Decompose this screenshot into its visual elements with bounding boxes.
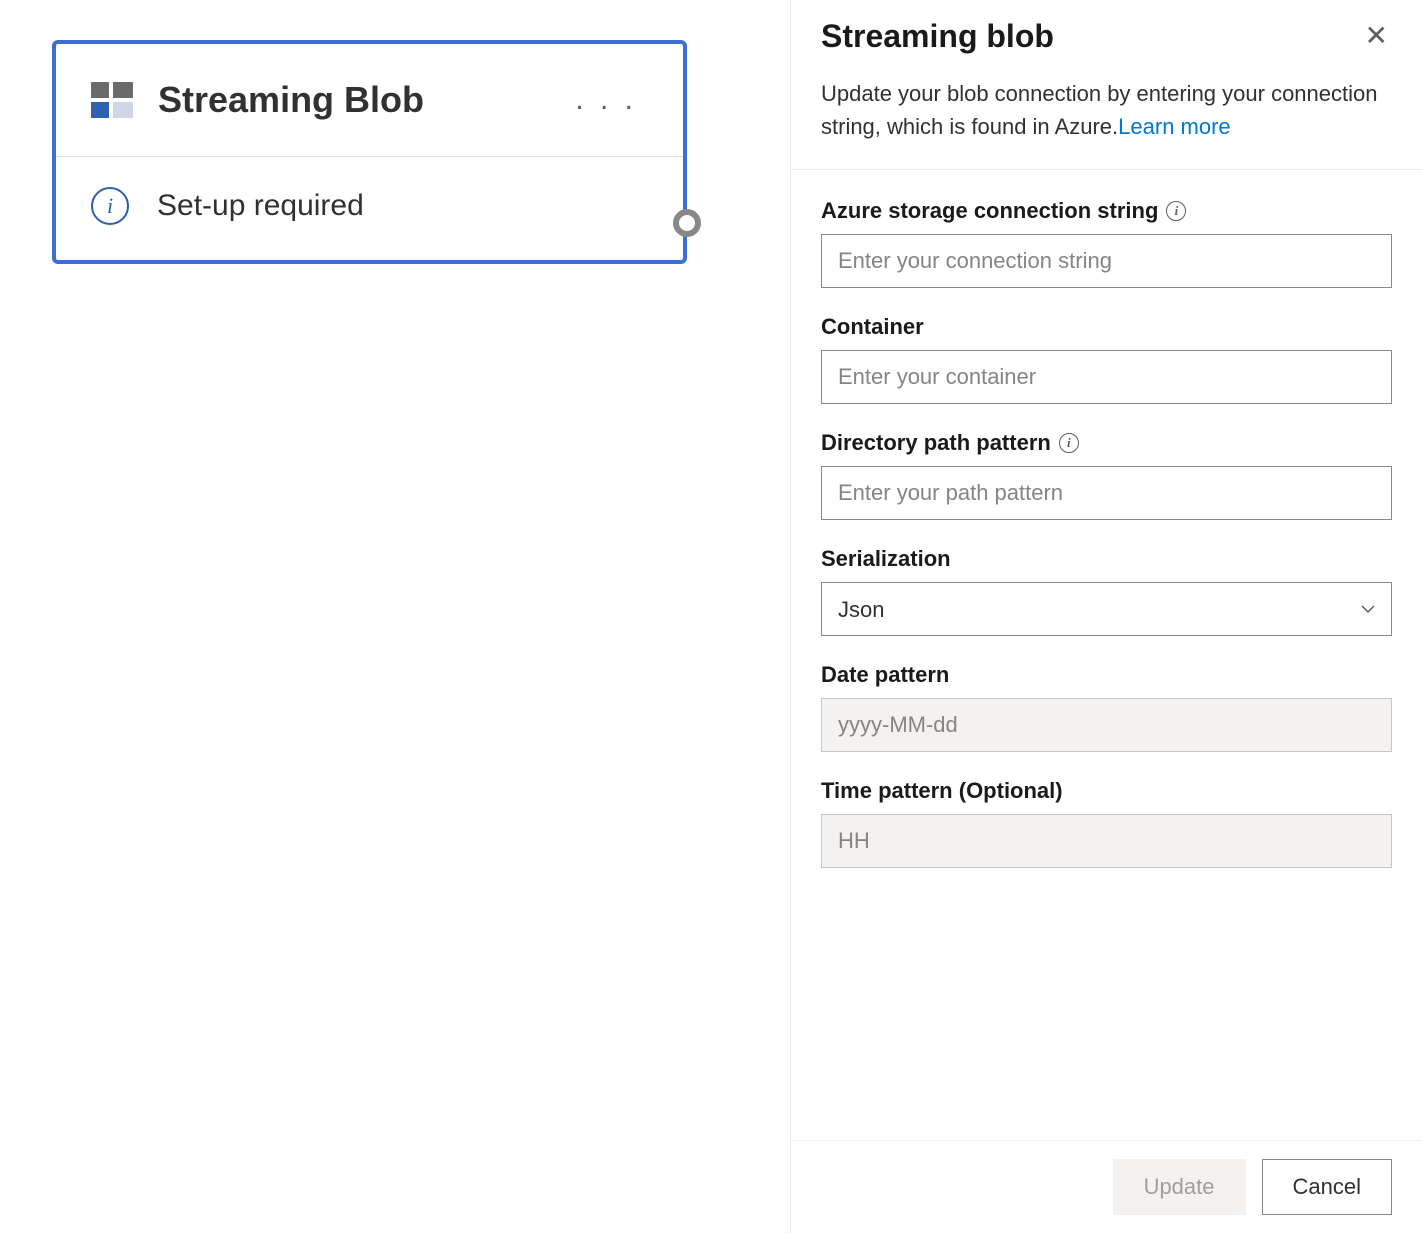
update-button[interactable]: Update [1113, 1159, 1246, 1215]
time-pattern-label: Time pattern (Optional) [821, 778, 1063, 804]
info-icon[interactable]: i [1166, 201, 1186, 221]
panel-description-text: Update your blob connection by entering … [821, 81, 1377, 139]
learn-more-link[interactable]: Learn more [1118, 114, 1231, 139]
field-date-pattern: Date pattern [821, 662, 1392, 752]
container-input[interactable] [821, 350, 1392, 404]
node-header: Streaming Blob . . . [56, 44, 683, 157]
field-time-pattern: Time pattern (Optional) [821, 778, 1392, 868]
node-title: Streaming Blob [158, 79, 569, 121]
path-pattern-input[interactable] [821, 466, 1392, 520]
panel-description: Update your blob connection by entering … [821, 77, 1392, 143]
node-status-text: Set-up required [157, 189, 364, 223]
blob-storage-icon [91, 82, 133, 118]
close-icon[interactable]: ✕ [1361, 18, 1392, 54]
config-side-panel: Streaming blob ✕ Update your blob connec… [790, 0, 1422, 1233]
info-icon[interactable]: i [1059, 433, 1079, 453]
connection-string-label: Azure storage connection string [821, 198, 1158, 224]
node-more-menu-icon[interactable]: . . . [569, 83, 643, 117]
connection-string-input[interactable] [821, 234, 1392, 288]
panel-title: Streaming blob [821, 18, 1361, 55]
field-path-pattern: Directory path pattern i [821, 430, 1392, 520]
node-body: i Set-up required [56, 157, 683, 260]
node-output-port[interactable] [673, 209, 701, 237]
serialization-label: Serialization [821, 546, 951, 572]
time-pattern-input [821, 814, 1392, 868]
panel-header: Streaming blob ✕ Update your blob connec… [791, 0, 1422, 170]
streaming-blob-node[interactable]: Streaming Blob . . . i Set-up required [52, 40, 687, 264]
panel-body: Azure storage connection string i Contai… [791, 170, 1422, 1140]
path-pattern-label: Directory path pattern [821, 430, 1051, 456]
date-pattern-input [821, 698, 1392, 752]
cancel-button[interactable]: Cancel [1262, 1159, 1392, 1215]
serialization-select[interactable]: Json [821, 582, 1392, 636]
container-label: Container [821, 314, 924, 340]
field-serialization: Serialization Json [821, 546, 1392, 636]
panel-footer: Update Cancel [791, 1140, 1422, 1233]
field-container: Container [821, 314, 1392, 404]
info-icon: i [91, 187, 129, 225]
field-connection-string: Azure storage connection string i [821, 198, 1392, 288]
date-pattern-label: Date pattern [821, 662, 949, 688]
